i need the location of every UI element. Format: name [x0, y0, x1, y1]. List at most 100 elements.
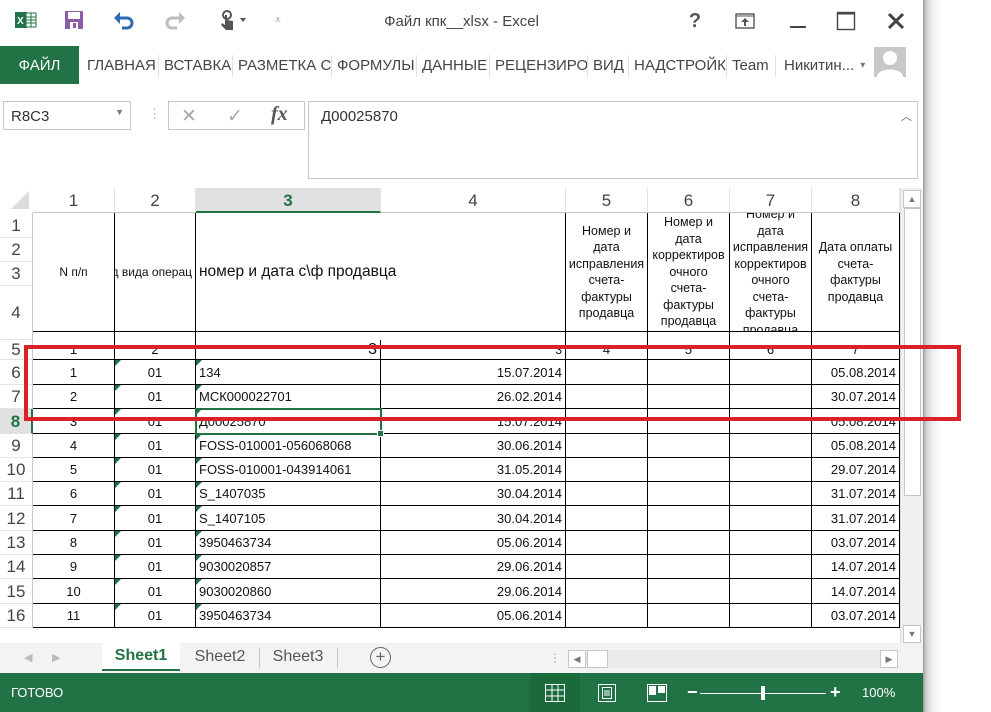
- cell-c5[interactable]: [566, 385, 648, 409]
- collapse-formula-bar-icon[interactable]: ︿: [901, 108, 912, 124]
- row-header-6[interactable]: 6: [0, 360, 33, 385]
- cell-c6[interactable]: [648, 604, 730, 628]
- zoom-in-button[interactable]: +: [830, 682, 841, 703]
- cell-c7[interactable]: [730, 360, 812, 385]
- cell-pay_date[interactable]: 05.08.2014: [812, 360, 900, 385]
- column-header-5[interactable]: 5: [566, 188, 648, 213]
- cell-c5[interactable]: [566, 506, 648, 531]
- row-header-13[interactable]: 13: [0, 531, 33, 555]
- minimize-button[interactable]: [784, 8, 812, 34]
- cell-invoice[interactable]: 3950463734: [196, 531, 381, 555]
- numbering-cell[interactable]: 6: [730, 340, 812, 360]
- maximize-button[interactable]: [832, 8, 860, 34]
- numbering-cell[interactable]: 3: [381, 340, 566, 360]
- cell-date[interactable]: 30.04.2014: [381, 506, 566, 531]
- formula-bar-grip-icon[interactable]: ⋮: [148, 106, 161, 122]
- cell-code[interactable]: 01: [115, 579, 196, 604]
- cell-date[interactable]: 15.07.2014: [381, 409, 566, 434]
- cell-invoice[interactable]: 134: [196, 360, 381, 385]
- cell-date[interactable]: 30.04.2014: [381, 482, 566, 506]
- row-header-10[interactable]: 10: [0, 458, 33, 482]
- horizontal-scroll-thumb[interactable]: [587, 650, 608, 668]
- row-header-5[interactable]: 5: [0, 340, 33, 360]
- cell-pay_date[interactable]: 14.07.2014: [812, 555, 900, 579]
- spreadsheet-grid[interactable]: 1 2 3 4 5 6 7 8 1 2 3 4 5 6 7 8 9 10 11 12 13 14 15 16 N п/п д ви…: [0, 188, 923, 643]
- row-header-12[interactable]: 12: [0, 506, 33, 531]
- cell-invoice[interactable]: МСК000022701: [196, 385, 381, 409]
- scroll-left-icon[interactable]: ◀: [568, 650, 586, 668]
- cell-invoice[interactable]: 9030020857: [196, 555, 381, 579]
- cell-c5[interactable]: [566, 604, 648, 628]
- scroll-right-icon[interactable]: ▶: [880, 650, 898, 668]
- cell-c5[interactable]: [566, 409, 648, 434]
- cell-invoice[interactable]: S_1407035: [196, 482, 381, 506]
- cell-c7[interactable]: [730, 604, 812, 628]
- cell-c7[interactable]: [730, 555, 812, 579]
- cell-n[interactable]: 8: [33, 531, 115, 555]
- page-layout-view-button[interactable]: [582, 673, 632, 712]
- zoom-slider-thumb[interactable]: [761, 686, 765, 700]
- cell-pay_date[interactable]: 14.07.2014: [812, 579, 900, 604]
- cell-pay_date[interactable]: 05.08.2014: [812, 434, 900, 458]
- cell-invoice[interactable]: FOSS-010001-043914061: [196, 458, 381, 482]
- cell-c6[interactable]: [648, 482, 730, 506]
- header-cell-col-6[interactable]: Номер и дата корректиров очного счета-фа…: [648, 213, 730, 332]
- scroll-up-icon[interactable]: ▲: [903, 190, 921, 208]
- cell-date[interactable]: 29.06.2014: [381, 555, 566, 579]
- header-cell-col-5[interactable]: Номер и дата исправления счета-фактуры п…: [566, 213, 648, 332]
- cell-n[interactable]: 7: [33, 506, 115, 531]
- cell-code[interactable]: 01: [115, 360, 196, 385]
- ribbon-display-options-button[interactable]: [731, 8, 759, 34]
- cell-c7[interactable]: [730, 409, 812, 434]
- cell-c6[interactable]: [648, 579, 730, 604]
- cell-pay_date[interactable]: 29.07.2014: [812, 458, 900, 482]
- zoom-level[interactable]: 100%: [862, 685, 895, 700]
- numbering-cell[interactable]: 3: [196, 340, 381, 360]
- insert-function-icon[interactable]: fx: [271, 103, 288, 126]
- cell-code[interactable]: 01: [115, 531, 196, 555]
- cell-c5[interactable]: [566, 531, 648, 555]
- cell-c6[interactable]: [648, 409, 730, 434]
- cell-c7[interactable]: [730, 482, 812, 506]
- cell-n[interactable]: 4: [33, 434, 115, 458]
- close-button[interactable]: [882, 8, 910, 34]
- cell-n[interactable]: 3: [33, 409, 115, 434]
- row-header-16[interactable]: 16: [0, 604, 33, 628]
- tab-data[interactable]: ДАННЫЕ: [422, 46, 487, 84]
- cell-code[interactable]: 01: [115, 458, 196, 482]
- cell-n[interactable]: 2: [33, 385, 115, 409]
- cell-date[interactable]: 30.06.2014: [381, 434, 566, 458]
- header-cell-col-7[interactable]: Номер и дата исправления корректиров очн…: [730, 213, 812, 332]
- cell-code[interactable]: 01: [115, 482, 196, 506]
- cell-date[interactable]: 26.02.2014: [381, 385, 566, 409]
- cell-n[interactable]: 6: [33, 482, 115, 506]
- cell-date[interactable]: 31.05.2014: [381, 458, 566, 482]
- tab-page-layout[interactable]: РАЗМЕТКА С: [238, 46, 331, 84]
- cell-n[interactable]: 1: [33, 360, 115, 385]
- cell-c5[interactable]: [566, 482, 648, 506]
- cell-c6[interactable]: [648, 434, 730, 458]
- column-header-2[interactable]: 2: [115, 188, 196, 213]
- cell-c7[interactable]: [730, 434, 812, 458]
- column-header-1[interactable]: 1: [33, 188, 115, 213]
- cell-pay_date[interactable]: 30.07.2014: [812, 385, 900, 409]
- cell-pay_date[interactable]: 31.07.2014: [812, 482, 900, 506]
- vertical-scrollbar[interactable]: ▲ ▼: [900, 188, 923, 643]
- normal-view-button[interactable]: [530, 673, 580, 712]
- cell-code[interactable]: 01: [115, 434, 196, 458]
- cell-c5[interactable]: [566, 579, 648, 604]
- tab-team[interactable]: Team: [732, 46, 769, 84]
- help-button[interactable]: ?: [681, 8, 709, 34]
- tab-view[interactable]: ВИД: [593, 46, 624, 84]
- select-all-button[interactable]: [0, 188, 33, 213]
- header-cell-col-2[interactable]: д вида операц: [115, 213, 196, 332]
- column-header-8[interactable]: 8: [812, 188, 900, 213]
- row-header-11[interactable]: 11: [0, 482, 33, 506]
- cell-code[interactable]: 01: [115, 555, 196, 579]
- tab-home[interactable]: ГЛАВНАЯ: [87, 46, 156, 84]
- cell-c5[interactable]: [566, 458, 648, 482]
- cell-c5[interactable]: [566, 360, 648, 385]
- scroll-down-icon[interactable]: ▼: [903, 625, 921, 643]
- tab-review[interactable]: РЕЦЕНЗИРО: [495, 46, 588, 84]
- cell-n[interactable]: 9: [33, 555, 115, 579]
